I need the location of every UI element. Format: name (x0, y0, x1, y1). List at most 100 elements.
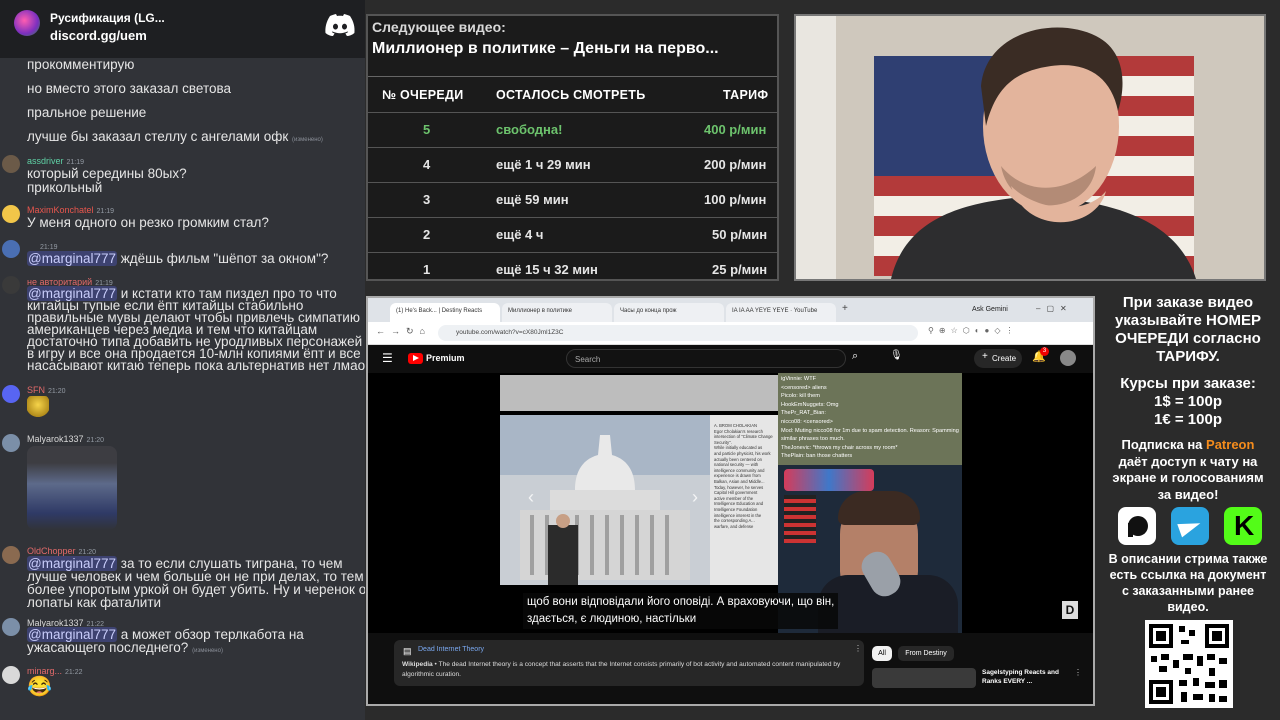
lamp-icon (784, 495, 816, 543)
message-body: ужасающего последнего? (27, 640, 189, 655)
message-text: прикольный (27, 180, 103, 195)
more-options-icon[interactable]: ⋮ (1074, 668, 1082, 677)
server-invite-link[interactable]: discord.gg/uem (50, 28, 147, 43)
browser-tab[interactable]: Миллионер в политике (502, 303, 612, 322)
qr-code-icon[interactable] (1145, 620, 1233, 708)
avatar[interactable] (2, 240, 20, 258)
divider (368, 76, 777, 77)
search-icon[interactable]: ⌕ (852, 350, 858, 363)
recommended-thumbnail[interactable] (872, 668, 976, 688)
avatar[interactable] (2, 155, 20, 173)
message-text: @marginal777 ждёшь фильм "шёпот за окном… (27, 251, 328, 266)
avatar[interactable] (2, 546, 20, 564)
patreon-link[interactable]: Patreon (1206, 437, 1254, 452)
info-line: указывайте НОМЕР (1114, 312, 1262, 329)
ask-gemini-button[interactable]: Ask Gemini (972, 306, 1008, 313)
avatar[interactable] (2, 666, 20, 684)
video-player[interactable]: A. BROM CHOLAKIAN Egor Cholakian's resea… (368, 373, 1093, 633)
patreon-icon[interactable] (1118, 507, 1156, 545)
queue-number: 5 (423, 122, 431, 137)
queue-tariff: 400 р/мин (704, 122, 767, 137)
address-bar: ←→↻⌂ youtube.com/watch?v=cX80Jml1Z3C ⚲⊕☆… (368, 322, 1093, 345)
message-text: лопаты как фаталити (27, 595, 162, 610)
user-mention[interactable]: @marginal777 (27, 251, 118, 266)
queue-header-tariff: ТАРИФ (723, 88, 769, 102)
queue-row: 1 ещё 15 ч 32 мин 25 р/мин (368, 253, 777, 286)
menu-icon[interactable]: ☰ (382, 351, 393, 365)
more-options-icon[interactable]: ⋮ (854, 644, 862, 653)
info-line: даёт доступ к чату на (1118, 453, 1258, 469)
overlay-chat-line: TheJonevic: *throws my chair across my r… (781, 444, 898, 451)
microphone-icon[interactable]: 🎙 (890, 350, 903, 361)
avatar[interactable] (2, 205, 20, 223)
message-time: 21:20 (48, 388, 66, 395)
chat-panel: Русификация (LG... discord.gg/uem проком… (0, 0, 365, 720)
overlay-chat-line: ThePlain: ban those chatters (781, 453, 853, 460)
telegram-icon[interactable] (1171, 507, 1209, 545)
account-avatar[interactable] (1060, 350, 1076, 366)
avatar[interactable] (2, 434, 20, 452)
queue-tariff: 25 р/мин (712, 262, 768, 277)
queue-remaining: ещё 15 ч 32 мин (496, 262, 598, 277)
avatar[interactable] (2, 385, 20, 403)
avatar[interactable] (2, 276, 20, 294)
next-video-label: Следующее видео: (372, 19, 506, 35)
video-frame-top (500, 375, 778, 411)
overlay-chat-line: ThePr_RAT_Bian: (781, 410, 826, 417)
browser-tab[interactable]: IA IA AA YEYE YEYE · YouTube (726, 303, 836, 322)
message-text: прокомментирую (27, 57, 135, 72)
url-field[interactable]: youtube.com/watch?v=cX80Jml1Z3C (438, 325, 918, 341)
context-info-panel[interactable]: ▤ Dead Internet Theory ⋮ Wikipedia • The… (394, 640, 864, 686)
youtube-search-input[interactable]: Search (566, 349, 846, 368)
edited-tag: (изменено) (192, 648, 223, 654)
wiki-source: Wikipedia (402, 661, 433, 668)
queue-tariff: 50 р/мин (712, 227, 768, 242)
browser-tab[interactable]: Часы до конца прож (614, 303, 724, 322)
image-sticker[interactable] (27, 446, 117, 530)
prev-slide-icon[interactable]: ‹ (528, 487, 534, 508)
filter-chip-from-destiny[interactable]: From Destiny (898, 646, 954, 661)
queue-number: 4 (423, 157, 431, 172)
stream-chat-overlay: igVinnie: WTF <censored> aliens Picolo: … (778, 373, 962, 465)
info-line: есть ссылка на документ (1109, 568, 1267, 582)
info-line: ТАРИФУ. (1156, 348, 1220, 365)
wiki-topic-link[interactable]: Dead Internet Theory (418, 646, 484, 653)
extension-icons[interactable]: ⚲⊕☆⬡◐●◇⋮ (928, 326, 1019, 335)
message-text: который середины 80ых? (27, 166, 187, 181)
message-time: 21:20 (78, 549, 97, 556)
overlay-chat-line: <censored> aliens (781, 384, 827, 391)
exchange-rates: Курсы при заказе: 1$ = 100р 1€ = 100р (1096, 375, 1280, 429)
info-line: В описании стрима также (1108, 552, 1268, 566)
slide-text: A. BROM CHOLAKIAN Egor Cholakian's resea… (714, 423, 776, 583)
next-video-title: Миллионер в политике – Деньги на перво..… (372, 40, 719, 57)
window-controls-icon[interactable]: –▢✕ (1036, 304, 1073, 313)
message-text: ужасающего последнего? (изменено) (27, 640, 223, 659)
document-icon: ▤ (403, 646, 412, 656)
message-author[interactable]: Malyarok1337 21:20 (27, 434, 104, 446)
server-icon (14, 10, 40, 36)
emoji-sticker (27, 396, 49, 418)
queue-tariff: 100 р/мин (704, 192, 767, 207)
nav-buttons-icon[interactable]: ←→↻⌂ (376, 326, 431, 337)
queue-panel: Следующее видео: Миллионер в политике – … (366, 14, 779, 281)
subtitles: щоб вони відповідали його оповіді. А вра… (523, 593, 839, 629)
kick-icon[interactable]: K (1224, 507, 1262, 545)
info-line: с заказанными ранее (1121, 584, 1254, 598)
recommended-title[interactable]: Sagelstyping Reacts and Ranks EVERY ... (982, 668, 1066, 686)
browser-window: (1) He's Back... | Destiny Reacts Миллио… (366, 296, 1095, 706)
message-time: 21:19 (96, 208, 115, 215)
info-line: 1$ = 100р (1154, 393, 1222, 410)
plush-toys-icon (784, 469, 874, 491)
info-line: за видео! (1157, 486, 1219, 502)
video-slide: A. BROM CHOLAKIAN Egor Cholakian's resea… (500, 415, 778, 585)
browser-tab[interactable]: (1) He's Back... | Destiny Reacts (390, 303, 500, 322)
avatar[interactable] (2, 618, 20, 636)
order-instructions: При заказе видео указывайте НОМЕР ОЧЕРЕД… (1096, 294, 1280, 366)
filter-chip-all[interactable]: All (872, 646, 892, 661)
next-slide-icon[interactable]: › (692, 487, 698, 508)
info-line: видео. (1167, 600, 1209, 614)
info-line: ОЧЕРЕДИ согласно (1115, 330, 1261, 347)
new-tab-icon[interactable]: + (842, 303, 848, 314)
overlay-chat-line: nicco08: <censored> (781, 418, 833, 425)
subtitle-line: здається, є людиною, настільки (527, 613, 697, 625)
